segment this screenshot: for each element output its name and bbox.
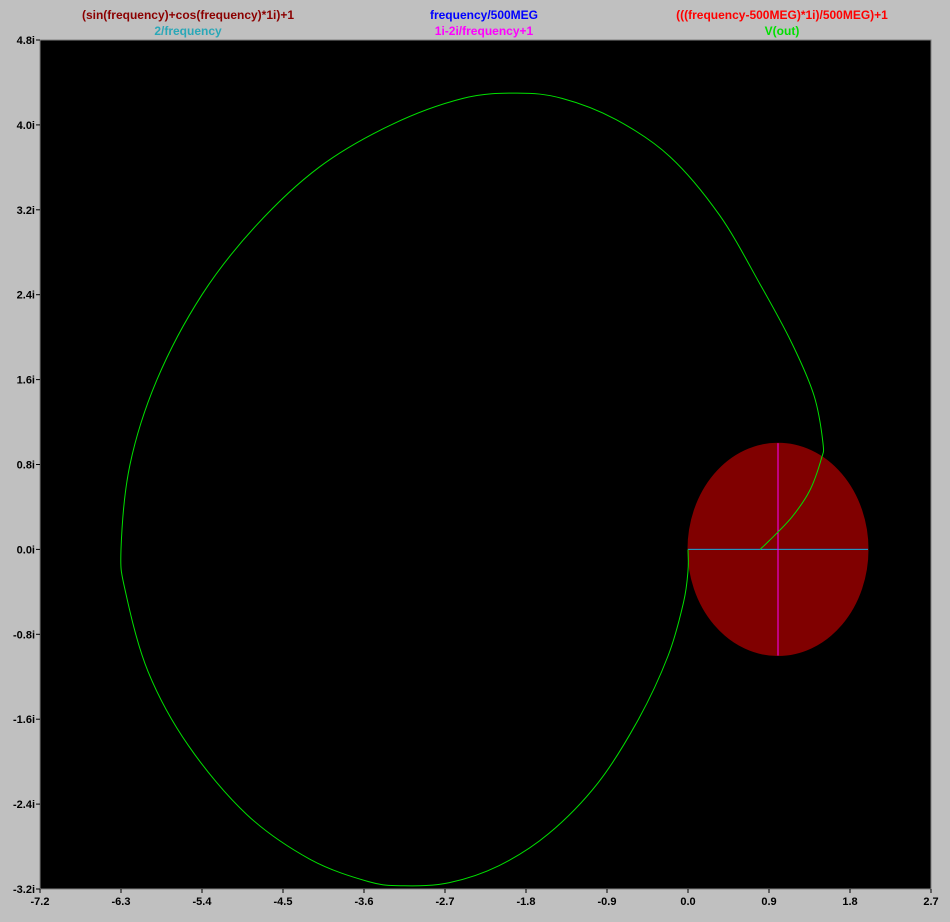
y-tick-label: 1.6i (17, 375, 35, 387)
legend-entry[interactable]: 1i-2i/frequency+1 (435, 24, 534, 38)
legend-entry[interactable]: (sin(frequency)+cos(frequency)*1i)+1 (82, 8, 294, 22)
x-tick-label: 2.7 (923, 896, 938, 908)
legend-entry[interactable]: (((frequency-500MEG)*1i)/500MEG)+1 (676, 8, 888, 22)
y-tick-label: -2.4i (13, 799, 35, 811)
legend-entry[interactable]: V(out) (765, 24, 800, 38)
y-tick-label: 0.0i (17, 544, 35, 556)
y-tick-label: 0.8i (17, 460, 35, 472)
y-tick-label: -3.2i (13, 884, 35, 896)
x-tick-label: -0.9 (598, 896, 617, 908)
x-tick-label: -5.4 (193, 896, 213, 908)
y-tick-label: 4.8i (17, 35, 35, 47)
legend: (sin(frequency)+cos(frequency)*1i)+1 freq… (82, 8, 888, 38)
y-tick-label: 4.0i (17, 120, 35, 132)
y-tick-label: -0.8i (13, 629, 35, 641)
legend-entry[interactable]: frequency/500MEG (430, 8, 538, 22)
x-tick-label: -1.8 (517, 896, 536, 908)
x-tick-label: -4.5 (274, 896, 293, 908)
x-tick-label: 0.9 (761, 896, 776, 908)
x-tick-label: -6.3 (112, 896, 131, 908)
y-tick-label: 2.4i (17, 290, 35, 302)
legend-entry[interactable]: 2/frequency (154, 24, 222, 38)
complex-plot[interactable]: -7.2 -6.3 -5.4 -4.5 -3.6 -2.7 -1.8 -0.9 0.0 0.9 1.… (0, 0, 950, 922)
x-tick-label: 1.8 (842, 896, 857, 908)
y-tick-label: 3.2i (17, 205, 35, 217)
x-tick-label: -2.7 (436, 896, 455, 908)
plot-window: -7.2 -6.3 -5.4 -4.5 -3.6 -2.7 -1.8 -0.9 0.0 0.9 1.… (0, 0, 950, 922)
x-tick-label: -3.6 (355, 896, 374, 908)
y-tick-label: -1.6i (13, 714, 35, 726)
x-tick-label: 0.0 (680, 896, 695, 908)
x-tick-label: -7.2 (31, 896, 50, 908)
